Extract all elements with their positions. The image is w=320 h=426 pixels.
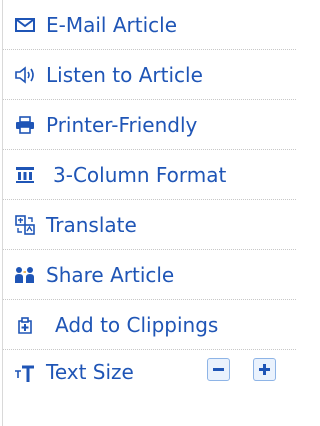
email-article-link[interactable]: E-Mail Article: [3, 0, 296, 50]
translate-icon: [13, 213, 37, 237]
clippings-add-icon: [13, 313, 37, 337]
listen-article-label: Listen to Article: [46, 62, 203, 87]
article-tools-panel: E-Mail Article Listen to Article Printer…: [0, 0, 296, 426]
add-to-clippings-link[interactable]: Add to Clippings: [3, 300, 296, 350]
plus-icon: [258, 363, 271, 376]
share-people-icon: [13, 263, 37, 287]
speaker-icon: [13, 63, 37, 87]
text-size-icon: [13, 362, 37, 386]
text-size-label: Text Size: [46, 360, 134, 384]
translate-link[interactable]: Translate: [3, 200, 296, 250]
add-to-clippings-label: Add to Clippings: [55, 312, 219, 337]
three-column-format-label: 3-Column Format: [53, 162, 227, 187]
listen-article-link[interactable]: Listen to Article: [3, 50, 296, 100]
share-article-label: Share Article: [46, 262, 175, 287]
decrease-text-size-button[interactable]: [207, 358, 230, 381]
printer-friendly-link[interactable]: Printer-Friendly: [3, 100, 296, 150]
minus-icon: [212, 363, 225, 376]
increase-text-size-button[interactable]: [253, 358, 276, 381]
share-article-link[interactable]: Share Article: [3, 250, 296, 300]
email-article-label: E-Mail Article: [46, 12, 177, 37]
three-column-format-link[interactable]: 3-Column Format: [3, 150, 296, 200]
article-tools-list: E-Mail Article Listen to Article Printer…: [3, 0, 296, 426]
columns-icon: [13, 163, 37, 187]
printer-icon: [13, 113, 37, 137]
envelope-icon: [13, 13, 37, 37]
printer-friendly-label: Printer-Friendly: [46, 112, 198, 137]
text-size-row: Text Size: [3, 350, 296, 426]
translate-label: Translate: [46, 212, 137, 237]
text-size-controls: [207, 358, 276, 381]
